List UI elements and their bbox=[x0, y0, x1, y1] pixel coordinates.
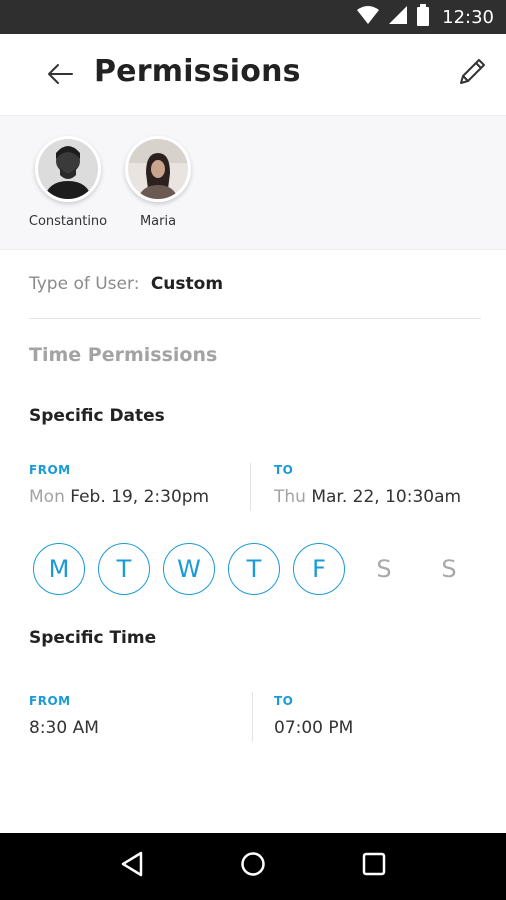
wifi-icon bbox=[356, 5, 380, 30]
user-type-row[interactable]: Type of User: Custom bbox=[29, 274, 223, 294]
date-to-day: Thu bbox=[274, 487, 306, 507]
day-toggle-tuesday[interactable]: T bbox=[98, 543, 150, 595]
time-to[interactable]: TO 07:00 PM bbox=[274, 694, 353, 738]
system-nav-bar bbox=[0, 833, 506, 900]
home-circle-icon bbox=[239, 850, 267, 883]
section-title: Time Permissions bbox=[29, 344, 218, 366]
edit-button[interactable] bbox=[452, 54, 492, 94]
arrow-left-icon bbox=[46, 62, 74, 91]
avatar bbox=[125, 136, 191, 202]
time-from-value: 8:30 AM bbox=[29, 718, 99, 738]
date-from-label: FROM bbox=[29, 463, 71, 477]
weekday-selector: M T W T F S S bbox=[33, 543, 475, 595]
back-button[interactable] bbox=[40, 56, 80, 96]
nav-home-button[interactable] bbox=[233, 847, 273, 887]
status-time: 12:30 bbox=[442, 6, 494, 28]
user-type-value: Custom bbox=[150, 274, 224, 294]
page-title: Permissions bbox=[94, 54, 301, 89]
nav-back-button[interactable] bbox=[112, 847, 152, 887]
day-toggle-wednesday[interactable]: W bbox=[163, 543, 215, 595]
day-toggle-friday[interactable]: F bbox=[293, 543, 345, 595]
date-from-date: Feb. 19, 2:30pm bbox=[70, 487, 210, 507]
date-from[interactable]: FROM Mon Feb. 19, 2:30pm bbox=[29, 463, 209, 507]
date-to[interactable]: TO Thu Mar. 22, 10:30am bbox=[274, 463, 461, 507]
specific-time-title: Specific Time bbox=[29, 628, 157, 648]
date-separator bbox=[250, 463, 251, 511]
date-from-day: Mon bbox=[29, 487, 65, 507]
specific-dates-title: Specific Dates bbox=[29, 406, 165, 426]
avatar bbox=[35, 136, 101, 202]
user-constantino[interactable]: Constantino bbox=[23, 136, 113, 229]
battery-icon bbox=[416, 3, 430, 31]
user-maria[interactable]: Maria bbox=[113, 136, 203, 229]
status-bar: 12:30 bbox=[0, 0, 506, 34]
day-toggle-sunday[interactable]: S bbox=[423, 543, 475, 595]
time-to-label: TO bbox=[274, 694, 294, 708]
user-name: Constantino bbox=[28, 214, 108, 229]
signal-icon bbox=[388, 5, 408, 30]
time-from-label: FROM bbox=[29, 694, 71, 708]
date-to-value: Thu Mar. 22, 10:30am bbox=[274, 487, 461, 507]
user-name: Maria bbox=[139, 214, 177, 229]
day-toggle-thursday[interactable]: T bbox=[228, 543, 280, 595]
app-bar: Permissions bbox=[0, 34, 506, 116]
pencil-icon bbox=[455, 55, 489, 94]
day-toggle-saturday[interactable]: S bbox=[358, 543, 410, 595]
nav-recents-button[interactable] bbox=[354, 847, 394, 887]
recents-square-icon bbox=[361, 851, 387, 882]
date-to-label: TO bbox=[274, 463, 294, 477]
selected-users: Constantino Maria bbox=[0, 116, 506, 250]
time-separator bbox=[252, 692, 253, 742]
status-icons: 12:30 bbox=[356, 0, 494, 34]
back-triangle-icon bbox=[119, 850, 145, 883]
time-from[interactable]: FROM 8:30 AM bbox=[29, 694, 99, 738]
day-toggle-monday[interactable]: M bbox=[33, 543, 85, 595]
divider bbox=[29, 318, 481, 319]
user-type-label: Type of User: bbox=[29, 274, 140, 294]
date-from-value: Mon Feb. 19, 2:30pm bbox=[29, 487, 209, 507]
date-to-date: Mar. 22, 10:30am bbox=[311, 487, 462, 507]
time-to-value: 07:00 PM bbox=[274, 718, 354, 738]
